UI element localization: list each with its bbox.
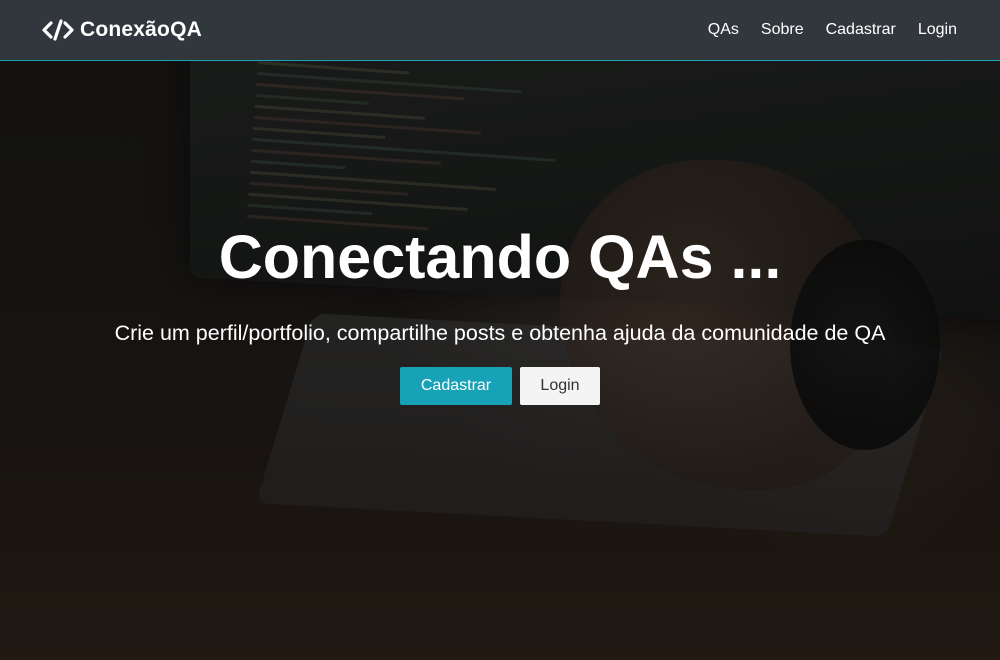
- hero-buttons: Cadastrar Login: [400, 367, 600, 405]
- hero-lead: Crie um perfil/portfolio, compartilhe po…: [114, 321, 886, 345]
- register-button[interactable]: Cadastrar: [400, 367, 512, 405]
- nav-links: QAs Sobre Cadastrar Login: [708, 21, 957, 39]
- nav-link-sobre[interactable]: Sobre: [761, 21, 804, 39]
- nav-link-cadastrar[interactable]: Cadastrar: [826, 21, 896, 39]
- code-icon: [42, 19, 74, 41]
- login-button[interactable]: Login: [520, 367, 600, 405]
- navbar: ConexãoQA QAs Sobre Cadastrar Login: [0, 0, 1000, 61]
- brand-link[interactable]: ConexãoQA: [42, 18, 202, 42]
- hero-section: Conectando QAs ... Crie um perfil/portfo…: [0, 61, 1000, 660]
- nav-link-qas[interactable]: QAs: [708, 21, 739, 39]
- nav-link-login[interactable]: Login: [918, 21, 957, 39]
- hero-title: Conectando QAs ...: [218, 223, 782, 291]
- brand-name: ConexãoQA: [80, 18, 202, 41]
